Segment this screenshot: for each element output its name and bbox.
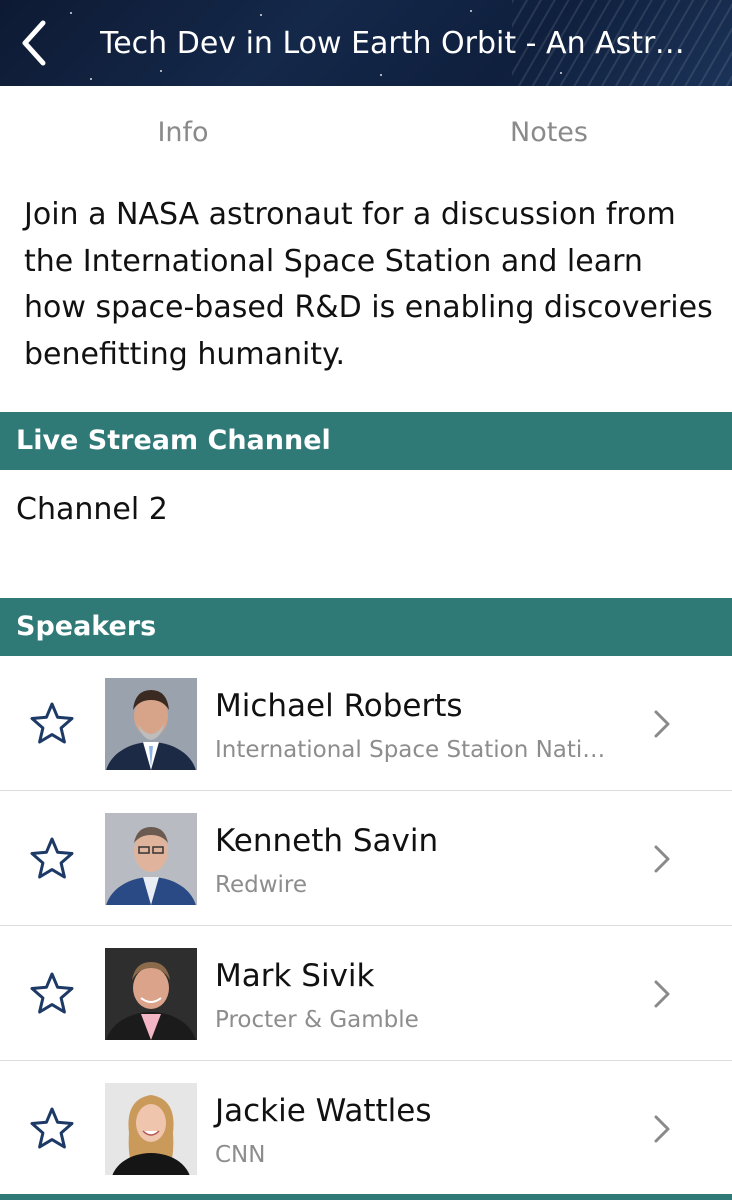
speaker-row[interactable]: Jackie Wattles CNN [0, 1061, 732, 1196]
live-stream-section-header: Live Stream Channel [0, 412, 732, 470]
star-outline-icon[interactable] [28, 835, 76, 883]
app-header: Tech Dev in Low Earth Orbit - An Astrona… [0, 0, 732, 86]
chevron-right-icon [654, 845, 670, 873]
chevron-right-icon [654, 980, 670, 1008]
speaker-organization: Redwire [215, 872, 307, 898]
chevron-right-icon [654, 710, 670, 738]
chevron-left-icon [22, 20, 46, 66]
header-star-decoration [470, 10, 472, 12]
speaker-organization: Procter & Gamble [215, 1007, 419, 1033]
header-star-decoration [160, 70, 162, 72]
live-stream-channel-value: Channel 2 [16, 492, 168, 527]
speaker-name: Jackie Wattles [215, 1093, 432, 1129]
speaker-organization: International Space Station National Lab… [215, 737, 615, 763]
speaker-name: Mark Sivik [215, 958, 375, 994]
chevron-right-icon [654, 1115, 670, 1143]
star-outline-icon[interactable] [28, 700, 76, 748]
tab-info[interactable]: Info [0, 86, 366, 178]
header-star-decoration [260, 14, 262, 16]
session-description: Join a NASA astronaut for a discussion f… [24, 197, 713, 372]
page-title: Tech Dev in Low Earth Orbit - An Astrona… [100, 26, 700, 61]
tab-bar: Info Notes [0, 86, 732, 178]
bottom-section-edge [0, 1194, 732, 1200]
star-outline-icon[interactable] [28, 970, 76, 1018]
header-star-decoration [380, 74, 382, 76]
header-star-decoration [560, 72, 562, 74]
speaker-row[interactable]: Mark Sivik Procter & Gamble [0, 926, 732, 1061]
header-star-decoration [90, 78, 92, 80]
star-outline-icon[interactable] [28, 1105, 76, 1153]
header-star-decoration [70, 12, 72, 14]
speaker-row[interactable]: Michael Roberts International Space Stat… [0, 656, 732, 791]
speaker-name: Kenneth Savin [215, 823, 439, 859]
speakers-section-header: Speakers [0, 598, 732, 656]
speakers-list: Michael Roberts International Space Stat… [0, 656, 732, 1196]
speaker-organization: CNN [215, 1142, 266, 1168]
tab-notes[interactable]: Notes [366, 86, 732, 178]
speaker-photo [105, 678, 197, 770]
speaker-name: Michael Roberts [215, 688, 463, 724]
speaker-photo [105, 1083, 197, 1175]
speaker-photo [105, 813, 197, 905]
speaker-photo [105, 948, 197, 1040]
back-button[interactable] [14, 18, 54, 68]
speaker-row[interactable]: Kenneth Savin Redwire [0, 791, 732, 926]
